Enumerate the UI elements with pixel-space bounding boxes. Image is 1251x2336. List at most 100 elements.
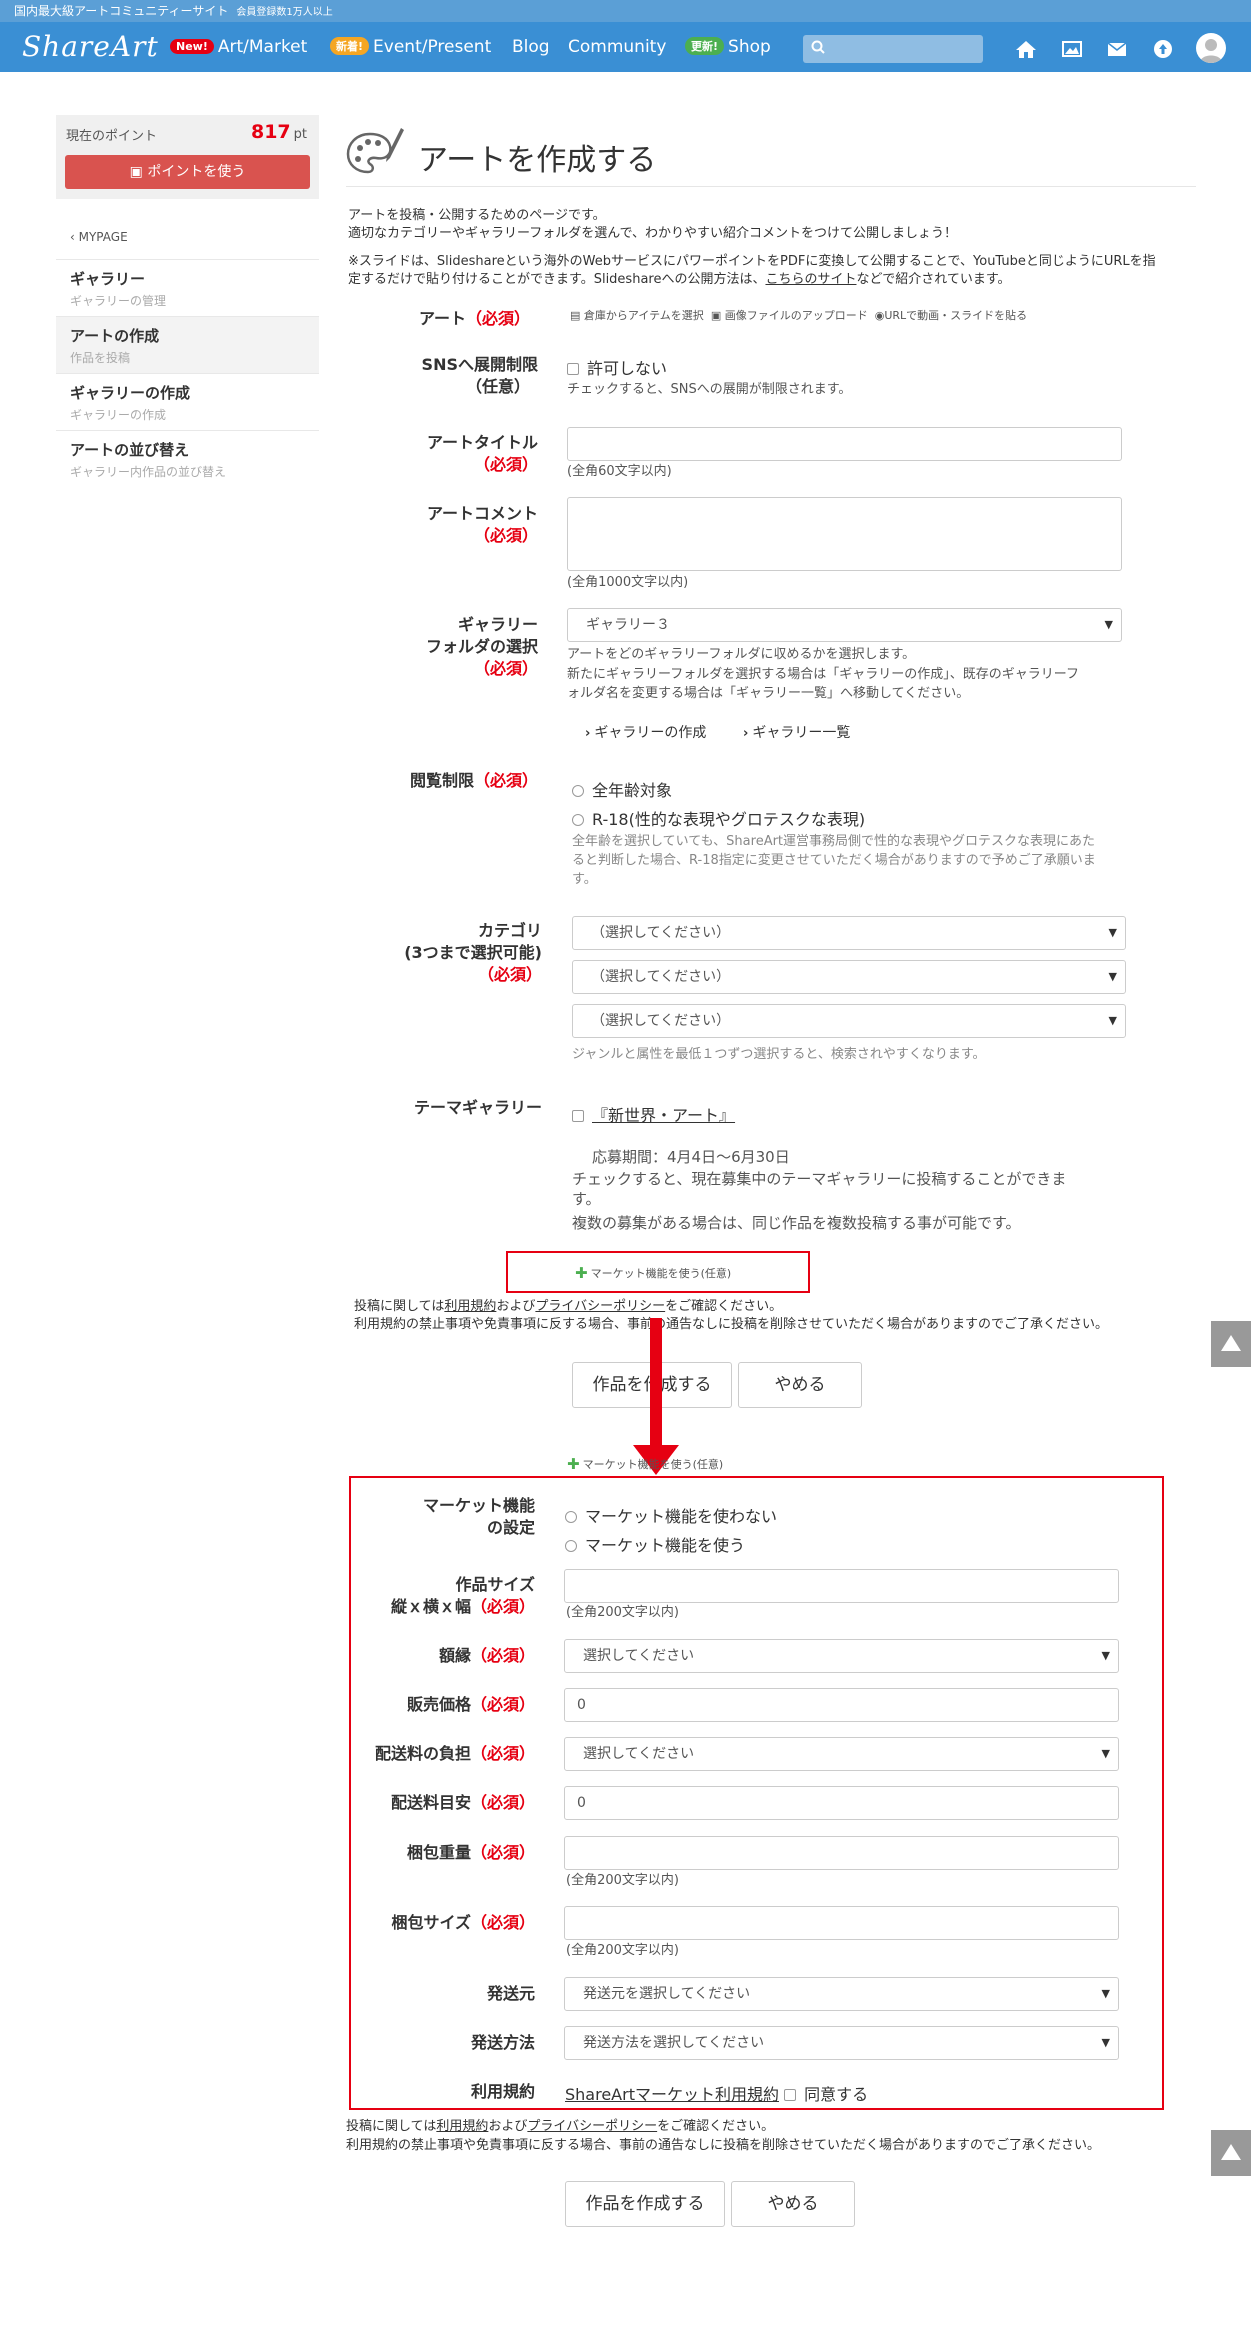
search-icon — [811, 40, 825, 54]
required-mark: （必須） — [470, 1913, 535, 1932]
package-size-input[interactable] — [564, 1906, 1119, 1940]
checkbox[interactable] — [572, 1110, 584, 1122]
use-points-button[interactable]: ▣ ポイントを使う — [65, 155, 310, 189]
box-icon: ▤ — [570, 309, 581, 322]
nav-event-present[interactable]: 新着! Event/Present — [330, 37, 491, 57]
shipping-estimate-input[interactable]: 0 — [564, 1786, 1119, 1820]
market-off-radio[interactable]: マーケット機能を使わない — [565, 1503, 777, 1527]
slideshare-note: 定するだけで貼り付けることができます。Slideshareへの公開方法は、こちら… — [348, 271, 1011, 289]
checkbox[interactable] — [567, 363, 579, 375]
label-text: カテゴリ — [477, 921, 542, 940]
nav-shop[interactable]: 更新! Shop — [685, 37, 771, 57]
notice-text: をご確認ください。 — [665, 1299, 783, 1314]
rating-all-ages-radio[interactable]: 全年齢対象 — [572, 777, 672, 801]
theme-gallery-link[interactable]: 『新世界・アート』 — [592, 1106, 735, 1125]
terms-link[interactable]: 利用規約 — [444, 1299, 496, 1314]
label-text: の設定 — [486, 1518, 535, 1537]
select-placeholder: 選択してください — [583, 1648, 695, 1664]
gallery-list-link[interactable]: › ギャラリー一覧 — [743, 722, 850, 742]
sns-restrict-checkbox[interactable]: 許可しない — [567, 355, 667, 379]
caret-down-icon: ▼ — [1104, 618, 1113, 631]
plus-icon: ✚ — [567, 1455, 580, 1473]
category-select-2[interactable]: （選択してください） ▼ — [572, 960, 1126, 994]
logo[interactable]: ShareArt — [22, 30, 159, 63]
frame-select[interactable]: 選択してください ▼ — [564, 1639, 1119, 1673]
ship-method-select[interactable]: 発送方法を選択してください ▼ — [564, 2026, 1119, 2060]
cancel-button[interactable]: やめる — [738, 1362, 862, 1408]
notice-text: および — [496, 1299, 536, 1314]
caret-down-icon: ▼ — [1101, 2036, 1110, 2049]
radio[interactable] — [572, 814, 584, 826]
artwork-size-input[interactable] — [564, 1569, 1119, 1603]
scroll-to-top-button[interactable] — [1211, 1321, 1251, 1367]
shipping-burden-select[interactable]: 選択してください ▼ — [564, 1737, 1119, 1771]
pack-size-length-hint: (全角200文字以内) — [566, 1943, 679, 1958]
radio[interactable] — [565, 1511, 577, 1523]
market-toggle-link[interactable]: ✚ マーケット機能を使う(任意) — [575, 1264, 731, 1282]
cancel-button[interactable]: やめる — [731, 2181, 855, 2227]
link-label: マーケット機能を使う(任意) — [590, 1267, 732, 1280]
sidebar-item-gallery[interactable]: ギャラリー ギャラリーの管理 — [56, 259, 319, 316]
weight-length-hint: (全角200文字以内) — [566, 1873, 679, 1888]
market-toggle-link-expanded[interactable]: ✚ マーケット機能を使う(任意) — [567, 1455, 723, 1473]
art-title-input[interactable] — [567, 427, 1122, 461]
avatar[interactable] — [1196, 33, 1226, 63]
rating-r18-radio[interactable]: R-18(性的な表現やグロテスクな表現) — [572, 806, 865, 830]
mail-icon[interactable] — [1106, 39, 1128, 59]
intro-text: 適切なカテゴリーやギャラリーフォルダを選んで、わかりやすい紹介コメントをつけて公… — [348, 226, 958, 241]
label-text: 縦ｘ横ｘ幅 — [390, 1597, 471, 1616]
category-select-3[interactable]: （選択してください） ▼ — [572, 1004, 1126, 1038]
package-weight-input[interactable] — [564, 1836, 1119, 1870]
privacy-policy-link[interactable]: プライバシーポリシー — [535, 1299, 665, 1314]
market-terms-link[interactable]: ShareArtマーケット利用規約 — [565, 2085, 779, 2104]
ship-method-label: 発送方法 — [470, 2033, 535, 2052]
rating-hint: 全年齢を選択していても、ShareArt運営事務局側で性的な表現やグロテスクな表… — [572, 834, 1096, 849]
privacy-policy-link[interactable]: プライバシーポリシー — [527, 2119, 657, 2134]
url-embed-option[interactable]: ◉URLで動画・スライドを貼る — [875, 309, 1027, 322]
slideshare-link[interactable]: こちらのサイト — [765, 272, 856, 287]
back-label: MYPAGE — [78, 230, 128, 244]
upload-icon[interactable] — [1152, 39, 1174, 59]
radio-label: R-18(性的な表現やグロテスクな表現) — [592, 810, 866, 829]
art-comment-textarea[interactable] — [567, 497, 1122, 571]
sidebar-item-create-art[interactable]: アートの作成 作品を投稿 — [56, 316, 319, 373]
ship-from-select[interactable]: 発送元を選択してください ▼ — [564, 1977, 1119, 2011]
required-mark: （必須） — [473, 659, 538, 678]
upload-image-option[interactable]: ▣ 画像ファイルのアップロード — [711, 309, 868, 322]
terms-notice: 利用規約の禁止事項や免責事項に反する場合、事前の通告なしに投稿を削除させていただ… — [354, 1317, 1109, 1332]
gallery-create-link[interactable]: › ギャラリーの作成 — [585, 722, 706, 742]
search-input[interactable] — [803, 35, 983, 63]
warehouse-option[interactable]: ▤ 倉庫からアイテムを選択 — [570, 309, 704, 322]
terms-link[interactable]: 利用規約 — [436, 2119, 488, 2134]
sidebar-item-create-gallery[interactable]: ギャラリーの作成 ギャラリーの作成 — [56, 373, 319, 430]
home-icon[interactable] — [1015, 39, 1037, 59]
market-on-radio[interactable]: マーケット機能を使う — [565, 1532, 745, 1556]
nav-community[interactable]: Community — [568, 37, 666, 57]
price-input[interactable]: 0 — [564, 1688, 1119, 1722]
agree-checkbox[interactable] — [784, 2089, 797, 2101]
theme-period: 応募期間：4月4日〜6月30日 — [592, 1148, 790, 1166]
select-placeholder: （選択してください） — [591, 969, 731, 985]
selected-value: ギャラリー３ — [586, 617, 670, 633]
nav-art-market[interactable]: New! Art/Market — [170, 37, 307, 57]
theme-gallery-checkbox[interactable]: 『新世界・アート』 — [572, 1102, 735, 1126]
caret-down-icon: ▼ — [1108, 1014, 1117, 1027]
shipping-burden-label: 配送料の負担（必須） — [370, 1743, 535, 1765]
category-select-1[interactable]: （選択してください） ▼ — [572, 916, 1126, 950]
scroll-to-top-button[interactable] — [1211, 2130, 1251, 2176]
gallery-folder-select[interactable]: ギャラリー３ ▼ — [567, 608, 1122, 642]
label-text: 作品サイズ — [455, 1575, 535, 1594]
select-placeholder: 発送元を選択してください — [583, 1986, 751, 2002]
create-art-button[interactable]: 作品を作成する — [565, 2181, 725, 2227]
art-source-options: ▤ 倉庫からアイテムを選択 ▣ 画像ファイルのアップロード ◉URLで動画・スラ… — [570, 306, 1027, 326]
chevron-right-icon: › — [585, 726, 591, 741]
gallery-icon[interactable] — [1061, 39, 1083, 59]
radio[interactable] — [565, 1540, 577, 1552]
sidebar-item-sort-art[interactable]: アートの並び替え ギャラリー内作品の並び替え — [56, 430, 319, 487]
link-label: マーケット機能を使う(任意) — [582, 1458, 724, 1471]
rating-hint: ると判断した場合、R-18指定に変更させていただく場合がありますので予めご了承願… — [572, 853, 1096, 868]
mypage-back-link[interactable]: ‹ MYPAGE — [70, 230, 128, 244]
radio[interactable] — [572, 785, 584, 797]
nav-blog[interactable]: Blog — [512, 37, 550, 57]
terms-notice: 投稿に関しては利用規約およびプライバシーポリシーをご確認ください。 — [346, 2118, 774, 2136]
